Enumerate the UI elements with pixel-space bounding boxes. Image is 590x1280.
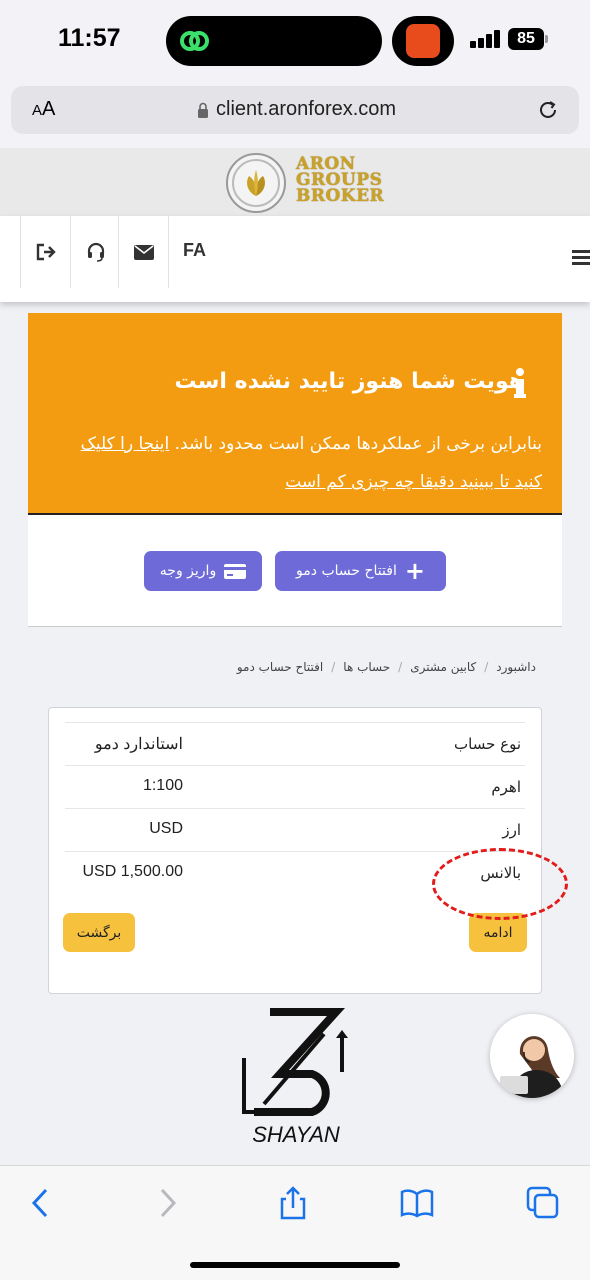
demo-account-panel: نوع حساب استاندارد دمو اهرم 1:100 ارز US… [48,707,542,994]
alert-body: بنابراین برخی از عملکردها ممکن است محدود… [80,434,542,492]
logout-button[interactable] [20,216,70,288]
status-time: 11:57 [58,24,121,52]
credit-card-icon [224,563,247,579]
site-navbar: FA [0,216,590,302]
verification-alert: هویت شما هنوز تایید نشده است بنابراین بر… [28,313,562,515]
dynamic-island [166,16,382,66]
support-agent-icon [490,1014,574,1098]
url-text[interactable]: client.aronforex.com [216,98,396,121]
breadcrumb: داشبورد/کابین مشتری/حساب ها/افتتاح حساب … [236,660,536,674]
breadcrumb-current: افتتاح حساب دمو [236,660,324,674]
row-value: USD [149,820,183,837]
share-icon[interactable] [276,1186,310,1220]
alert-title: هویت شما هنوز تایید نشده است [174,369,524,394]
tabs-icon[interactable] [526,1186,560,1220]
watermark-text: SHAYAN [252,1122,340,1147]
forward-icon[interactable] [150,1186,184,1220]
envelope-icon [133,244,154,260]
headset-icon [87,242,104,262]
battery-tip [545,35,548,43]
bookmarks-icon[interactable] [400,1186,434,1220]
web-page: ARON GROUPS BROKER FA هویت شما هنوز تایی… [0,148,590,1165]
aron-logo-text: ARON GROUPS BROKER [296,154,385,206]
annotation-circle [432,848,568,920]
breadcrumb-accounts[interactable]: حساب ها [343,660,390,674]
table-row: ارز USD [65,808,525,851]
text-size-button[interactable]: AA [32,98,55,121]
breadcrumb-client-cabinet[interactable]: کابین مشتری [410,660,476,674]
link-icon [180,31,209,51]
info-icon [514,368,526,398]
status-bar: 11:57 85 [0,0,590,80]
address-bar[interactable]: AA client.aronforex.com [11,86,579,134]
battery-icon: 85 [508,28,544,50]
home-indicator [190,1262,400,1268]
back-icon[interactable] [24,1186,58,1220]
back-button[interactable]: برگشت [63,913,135,952]
reload-icon[interactable] [536,98,560,122]
quick-actions: + افتتاح حساب دمو واریز وجه [28,515,562,627]
row-value: USD 1,500.00 [82,863,183,880]
table-row: نوع حساب استاندارد دمو [65,722,525,765]
breadcrumb-dashboard[interactable]: داشبورد [496,660,536,674]
open-demo-button[interactable]: + افتتاح حساب دمو [275,551,446,591]
support-chat-avatar[interactable] [490,1014,574,1098]
aron-logo-icon [226,153,286,213]
plus-icon: + [404,557,425,585]
deposit-button[interactable]: واریز وجه [144,551,262,591]
live-activity-app [392,16,454,66]
signal-icon [470,30,502,48]
support-button[interactable] [70,216,120,288]
row-value: 1:100 [142,777,183,794]
menu-icon[interactable] [572,250,590,266]
messages-button[interactable] [118,216,168,288]
site-header: ARON GROUPS BROKER [0,148,590,216]
language-switch[interactable]: FA [168,216,228,288]
lock-icon [198,102,208,118]
logout-icon [36,243,56,261]
table-row: اهرم 1:100 [65,765,525,808]
row-label: ارز [502,821,521,839]
row-label: اهرم [491,778,521,796]
row-label: نوع حساب [454,735,521,753]
row-value: استاندارد دمو [94,736,183,753]
app-icon [406,24,440,58]
shayan-watermark-icon: SHAYAN [242,1008,348,1147]
